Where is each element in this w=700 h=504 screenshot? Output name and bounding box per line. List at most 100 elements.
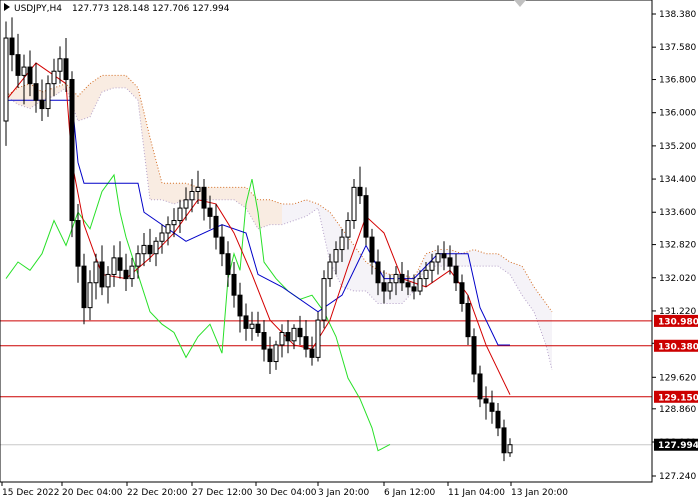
candle-body [231,273,237,296]
candle-body [105,273,111,288]
candle-body [159,232,165,242]
candle-body [417,278,423,292]
time-tick-label: 27 Dec 12:00 [192,488,253,498]
cloud-segment [114,75,126,88]
candle-body [57,58,63,72]
candle-body [333,249,339,263]
current-price-label: 127.994 [658,441,699,451]
candle-body [351,186,357,222]
candle-body [9,37,15,56]
candle-body [15,54,21,76]
candle-body [495,410,501,429]
candle-body [267,348,273,363]
candle-body [45,83,51,110]
candle-body [399,273,405,284]
candle-body [285,332,291,342]
candle-body [93,261,99,284]
candle-body [423,269,429,280]
time-tick-label: 30 Dec 04:00 [256,488,317,498]
level-label: 129.150 [658,393,699,403]
candle-body [315,319,321,358]
candle-body [375,261,381,284]
time-tick-label: 22 Dec 20:00 [127,488,188,498]
price-chart[interactable]: 138.380 137.580 136.800 136.000 135.200 134.4… [0,0,700,500]
candle-body [381,282,387,292]
candle-body [261,332,267,350]
candle-body [393,273,399,284]
candle-body [33,83,39,101]
candle-body [303,336,309,350]
time-tick-label: 20 Dec 04:00 [62,488,123,498]
candle-body [459,282,465,304]
candle-body [153,240,159,255]
candle-body [255,323,261,334]
time-tick-label: 11 Jan 04:00 [448,488,505,498]
candle-body [63,58,69,81]
candle-body [363,195,369,238]
price-tick-label: 138.380 [659,10,696,20]
candle-body [99,261,105,288]
cloud-segment [210,187,222,200]
candle-body [489,402,495,412]
time-tick-label: 15 Dec 2022 [2,488,60,498]
level-label: 130.380 [658,342,699,352]
price-tick-label: 132.820 [659,241,696,251]
candle-body [483,398,489,404]
price-tick-label: 132.020 [659,274,696,284]
cloud-segment [222,187,234,200]
candle-body [129,265,135,280]
chart-canvas[interactable]: 138.380 137.580 136.800 136.000 135.200 134.4… [0,0,700,500]
candle-body [441,253,447,259]
symbol-label: USDJPY,H4 [14,4,62,14]
candle-body [141,244,147,255]
candle-body [225,253,231,275]
candle-body [237,294,243,317]
candle-body [405,282,411,288]
candle-body [39,99,45,110]
candle-body [213,215,219,238]
candle-body [345,220,351,238]
candle-body [477,373,483,400]
cloud-segment [270,199,282,225]
candle-body [27,66,33,85]
candle-body [165,224,171,234]
candle-body [429,261,435,271]
candle-body [321,278,327,321]
candle-body [69,79,75,222]
candle-body [291,327,297,342]
candle-body [177,207,183,222]
candle-body [207,207,213,217]
candle-body [171,220,177,226]
price-tick-label: 135.200 [659,142,696,152]
price-tick-label: 136.800 [659,76,696,86]
candle-body [453,265,459,284]
candle-body [3,37,9,122]
candle-body [447,257,453,267]
candle-body [189,191,195,201]
candle-body [507,444,513,454]
candle-body [219,236,225,255]
candle-body [123,269,129,280]
time-tick-label: 6 Jan 12:00 [384,488,436,498]
candle-body [465,302,471,338]
candle-body [387,282,393,292]
price-tick-label: 128.860 [659,405,696,415]
time-tick-label: 3 Jan 20:00 [318,488,370,498]
price-tick-label: 137.580 [659,43,696,53]
candle-body [21,66,27,76]
candle-body [471,336,477,375]
price-tick-label: 127.240 [659,472,696,482]
candle-body [147,244,153,255]
price-tick-label: 133.600 [659,208,696,218]
candle-body [81,265,87,309]
candle-body [249,323,255,329]
candle-body [297,327,303,338]
candle-body [87,282,93,309]
candle-body [369,236,375,263]
cloud-segment [486,253,498,267]
ohlc-label: 127.773 128.148 127.706 127.994 [72,4,230,14]
price-tick-label: 129.620 [659,373,696,383]
level-label: 130.980 [658,317,699,327]
candle-body [243,315,249,329]
candle-body [327,261,333,280]
